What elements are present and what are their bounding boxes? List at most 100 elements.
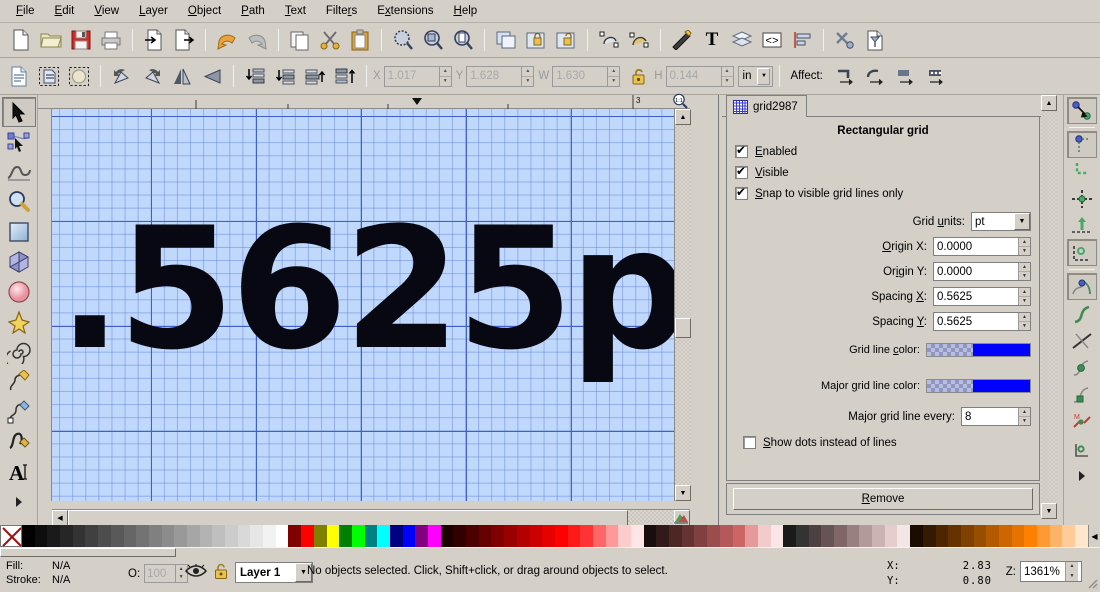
palette-swatch[interactable] — [187, 525, 200, 547]
palette-scroll-right-icon[interactable]: ◀ — [1088, 525, 1100, 547]
snap-visible-only-checkbox[interactable] — [735, 187, 748, 200]
snap-bounding-box-button[interactable] — [1067, 131, 1097, 158]
show-dots-row[interactable]: Show dots instead of lines — [735, 436, 1031, 449]
palette-swatch[interactable] — [136, 525, 149, 547]
palette-swatch[interactable] — [986, 525, 999, 547]
x-field-steppers[interactable]: ▲▼ — [439, 67, 451, 86]
spacing-y-up-arrow[interactable]: ▲ — [1019, 313, 1030, 322]
palette-swatch[interactable] — [1050, 525, 1063, 547]
layers-dialog-button[interactable] — [728, 27, 756, 54]
grid-visible-checkbox[interactable] — [735, 166, 748, 179]
palette-swatch[interactable] — [453, 525, 466, 547]
major-every-steppers[interactable]: ▲▼ — [1018, 408, 1030, 425]
vertical-scroll-thumb[interactable] — [675, 318, 691, 338]
document-properties-button[interactable] — [861, 27, 889, 54]
w-field-up-arrow[interactable]: ▲ — [608, 67, 619, 77]
tool-3dbox[interactable] — [2, 247, 36, 277]
palette-swatch[interactable] — [403, 525, 416, 547]
tool-tweak[interactable] — [2, 157, 36, 187]
x-field[interactable]: ▲▼ — [384, 66, 452, 87]
paste-button[interactable] — [346, 27, 374, 54]
palette-swatch[interactable] — [352, 525, 365, 547]
layer-selector[interactable]: Layer 1 ▼ — [235, 562, 313, 583]
palette-swatch[interactable] — [1024, 525, 1037, 547]
palette-swatch[interactable] — [111, 525, 124, 547]
palette-swatch[interactable] — [466, 525, 479, 547]
menu-file[interactable]: File — [6, 3, 45, 19]
zoom-steppers[interactable]: ▲▼ — [1065, 562, 1078, 581]
origin-x-down-arrow[interactable]: ▼ — [1019, 247, 1030, 255]
flip-vertical-button[interactable] — [198, 63, 226, 90]
w-field-input[interactable] — [553, 67, 607, 86]
grid-visible-row[interactable]: Visible — [735, 166, 1031, 179]
snap-paths-button[interactable] — [1067, 300, 1097, 327]
select-all-layers-button[interactable] — [35, 63, 63, 90]
y-field[interactable]: ▲▼ — [466, 66, 534, 87]
origin-y-up-arrow[interactable]: ▲ — [1019, 263, 1030, 272]
grid-line-color-swatch[interactable] — [926, 343, 1031, 357]
snap-more-button[interactable] — [1067, 462, 1097, 489]
spacing-y-steppers[interactable]: ▲▼ — [1018, 313, 1030, 330]
scroll-down-button[interactable]: ▼ — [675, 485, 691, 501]
palette-swatch[interactable] — [936, 525, 949, 547]
palette-swatch[interactable] — [580, 525, 593, 547]
palette-swatch[interactable] — [98, 525, 111, 547]
palette-swatch[interactable] — [73, 525, 86, 547]
menu-object[interactable]: Object — [178, 3, 231, 19]
import-button[interactable] — [140, 27, 168, 54]
w-field-down-arrow[interactable]: ▼ — [608, 77, 619, 86]
h-field-up-arrow[interactable]: ▲ — [722, 67, 733, 77]
redo-button[interactable] — [243, 27, 271, 54]
tool-node-editor[interactable] — [2, 127, 36, 157]
major-every-down-arrow[interactable]: ▼ — [1019, 417, 1030, 425]
palette-swatch[interactable] — [733, 525, 746, 547]
palette-swatch[interactable] — [390, 525, 403, 547]
dock-scroll-track[interactable] — [1041, 111, 1057, 503]
tool-spiral[interactable] — [2, 337, 36, 367]
menu-layer[interactable]: Layer — [129, 3, 178, 19]
major-every-up-arrow[interactable]: ▲ — [1019, 408, 1030, 417]
rotate-ccw-button[interactable] — [108, 63, 136, 90]
copy-button[interactable] — [286, 27, 314, 54]
chevron-down-icon[interactable]: ▼ — [757, 68, 770, 85]
palette-swatch[interactable] — [656, 525, 669, 547]
palette-swatch[interactable] — [1037, 525, 1050, 547]
fill-and-stroke-button[interactable] — [668, 27, 696, 54]
text-and-font-button[interactable]: T — [698, 27, 726, 54]
major-every-field[interactable]: ▲▼ — [961, 407, 1031, 426]
zoom-down-arrow[interactable]: ▼ — [1066, 572, 1078, 582]
affect-gradients-button[interactable] — [892, 63, 920, 90]
palette-swatch[interactable] — [720, 525, 733, 547]
palette-swatch[interactable] — [85, 525, 98, 547]
horizontal-ruler[interactable]: 3 — [38, 95, 690, 109]
y-field-up-arrow[interactable]: ▲ — [522, 67, 533, 77]
opacity-field[interactable]: ▲▼ — [144, 564, 188, 583]
object-to-path-button[interactable] — [595, 27, 623, 54]
snap-bbox-corners-button[interactable] — [1067, 185, 1097, 212]
x-field-up-arrow[interactable]: ▲ — [440, 67, 451, 77]
menu-edit[interactable]: Edit — [45, 3, 85, 19]
horizontal-scroll-thumb[interactable] — [68, 510, 628, 526]
spacing-x-steppers[interactable]: ▲▼ — [1018, 288, 1030, 305]
h-field-steppers[interactable]: ▲▼ — [721, 67, 733, 86]
units-dropdown[interactable]: in ▼ — [738, 66, 774, 87]
zoom-field[interactable]: ▲▼ — [1020, 561, 1082, 582]
palette-swatch[interactable] — [910, 525, 923, 547]
open-document-button[interactable] — [37, 27, 65, 54]
palette-swatch[interactable] — [415, 525, 428, 547]
origin-x-up-arrow[interactable]: ▲ — [1019, 238, 1030, 247]
style-swatch-icon[interactable] — [672, 510, 690, 526]
spacing-y-input[interactable] — [934, 313, 1018, 330]
tool-text[interactable]: A — [2, 457, 36, 487]
tool-more[interactable] — [2, 487, 36, 517]
new-document-button[interactable] — [7, 27, 35, 54]
undo-button[interactable] — [213, 27, 241, 54]
palette-swatch[interactable] — [530, 525, 543, 547]
palette-swatch[interactable] — [1075, 525, 1088, 547]
palette-swatch-strip[interactable] — [22, 525, 1088, 547]
palette-swatch[interactable] — [568, 525, 581, 547]
canvas-vertical-scrollbar[interactable]: ▲ ▼ — [674, 109, 690, 501]
zoom-input[interactable] — [1021, 562, 1065, 581]
palette-swatch[interactable] — [428, 525, 441, 547]
palette-swatch[interactable] — [872, 525, 885, 547]
